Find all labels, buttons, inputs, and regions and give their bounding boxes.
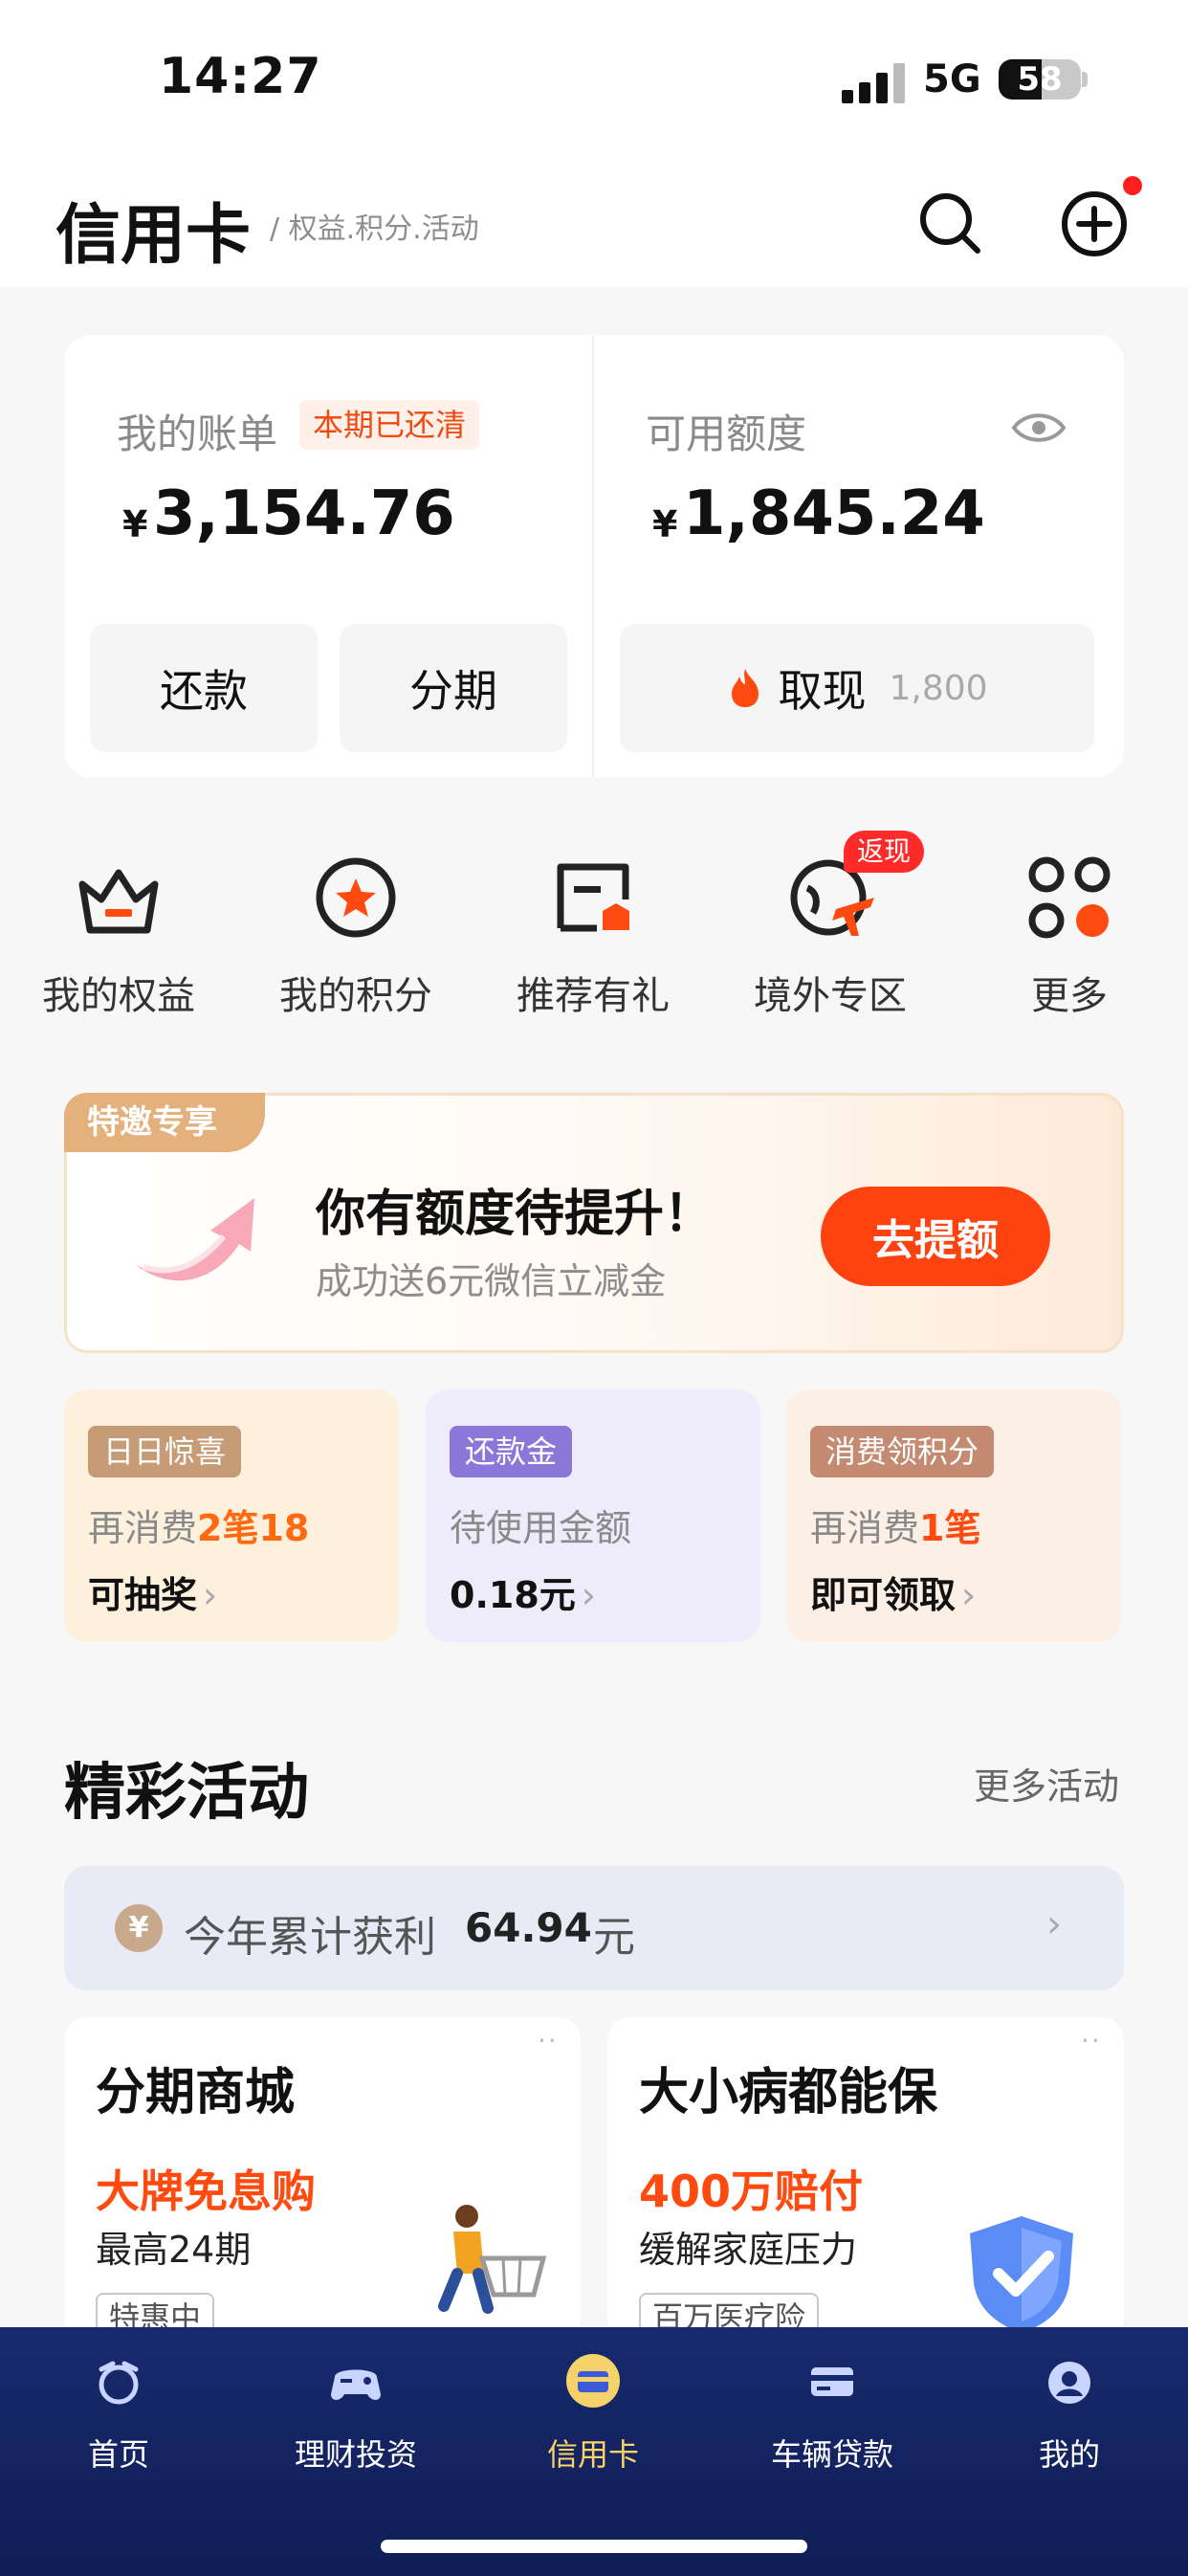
credit-card-wallet-icon[interactable] <box>564 2352 622 2409</box>
raise-limit-button[interactable]: 去提额 <box>821 1187 1050 1286</box>
more-dots-icon[interactable]: ·· <box>538 2025 559 2056</box>
referral-card-icon[interactable] <box>547 852 639 944</box>
flame-icon <box>732 669 759 707</box>
shield-check-icon <box>970 2216 1073 2333</box>
home-icon[interactable] <box>90 2354 147 2411</box>
promo-tag: 特邀专享 <box>64 1093 265 1152</box>
battery-icon: 58 <box>999 59 1081 100</box>
mini-card-line2: 即可领取 › <box>810 1574 977 1616</box>
earnings-value: 64.94 <box>465 1904 592 1951</box>
tab-car-loan[interactable]: 车辆贷款 <box>727 2431 937 2475</box>
network-type: 5G <box>923 57 981 101</box>
earnings-label: 今年累计获利 <box>184 1913 436 1962</box>
available-currency: ¥ <box>652 503 678 545</box>
eye-icon[interactable] <box>1010 404 1067 452</box>
more-grid-icon[interactable] <box>1023 852 1115 944</box>
mini-card-line2: 可抽奖 › <box>88 1574 218 1616</box>
cash-advance-limit: 1,800 <box>889 668 988 708</box>
product-card-highlight: 400万赔付 <box>639 2165 864 2217</box>
more-dots-icon[interactable]: ·· <box>1081 2025 1102 2056</box>
shortcut-label-rights[interactable]: 我的权益 <box>4 965 233 1020</box>
notification-dot <box>1123 176 1142 195</box>
mini-card-line2: 0.18元 › <box>450 1574 596 1616</box>
mini-card-tag: 消费领积分 <box>810 1426 995 1477</box>
crown-basket-icon[interactable] <box>73 852 165 944</box>
battery-level: 58 <box>1017 60 1063 99</box>
promo-title: 你有额度待提升！ <box>316 1186 715 1243</box>
promo-subtitle: 成功送6元微信立减金 <box>316 1260 667 1302</box>
bill-label[interactable]: 我的账单 <box>117 402 277 460</box>
bill-amount[interactable]: 3,154.76 <box>153 478 455 549</box>
upward-arrow-icon <box>136 1198 254 1281</box>
battery-tip <box>1082 72 1088 87</box>
product-card-highlight: 大牌免息购 <box>96 2165 316 2217</box>
chevron-right-icon: › <box>1046 1902 1062 1946</box>
chevron-right-icon: › <box>961 1574 977 1616</box>
gamepad-icon[interactable] <box>327 2354 385 2411</box>
available-label: 可用额度 <box>646 411 807 457</box>
status-time: 14:27 <box>159 48 322 105</box>
page-title: 信用卡 <box>55 198 252 274</box>
shortcut-label-more[interactable]: 更多 <box>955 965 1184 1020</box>
profile-icon[interactable] <box>1041 2354 1098 2411</box>
rebate-badge: 返现 <box>844 831 924 873</box>
earnings-unit: 元 <box>593 1913 635 1962</box>
account-divider <box>592 335 594 777</box>
chevron-right-icon: › <box>203 1574 218 1616</box>
mini-card-tag: 日日惊喜 <box>88 1426 242 1477</box>
product-card-title: 大小病都能保 <box>639 2064 938 2121</box>
product-card-title: 分期商城 <box>96 2064 296 2121</box>
repay-button[interactable]: 还款 <box>90 624 318 752</box>
cash-advance-button[interactable]: 取现 1,800 <box>620 624 1094 752</box>
mini-card-line1: 再消费2笔18 <box>88 1507 310 1549</box>
section-title-activities: 精彩活动 <box>64 1758 309 1829</box>
product-card-subtitle: 缓解家庭压力 <box>639 2229 858 2271</box>
tab-mine[interactable]: 我的 <box>964 2431 1175 2475</box>
add-circle-icon[interactable] <box>1060 189 1129 258</box>
mini-card-line1: 再消费1笔 <box>810 1507 981 1549</box>
coin-icon: ¥ <box>115 1904 163 1952</box>
page-subtitle: / 权益.积分.活动 <box>270 212 479 246</box>
available-amount: 1,845.24 <box>683 478 985 549</box>
cash-advance-label: 取现 <box>778 665 867 717</box>
chevron-right-icon: › <box>581 1574 596 1616</box>
home-indicator <box>381 2540 807 2553</box>
bill-status-badge: 本期已还清 <box>299 400 480 450</box>
mini-card-line1: 待使用金额 <box>450 1507 632 1549</box>
search-icon[interactable] <box>916 189 983 256</box>
product-card-subtitle: 最高24期 <box>96 2229 252 2271</box>
shortcut-label-overseas[interactable]: 境外专区 <box>715 965 945 1020</box>
bill-currency: ¥ <box>122 503 148 545</box>
shopper-cart-icon <box>438 2205 547 2314</box>
star-circle-icon[interactable] <box>310 852 402 944</box>
shortcut-label-referral[interactable]: 推荐有礼 <box>478 965 708 1020</box>
installment-button[interactable]: 分期 <box>340 624 567 752</box>
signal-icon <box>842 61 905 103</box>
shortcut-label-points[interactable]: 我的积分 <box>241 965 471 1020</box>
tab-home[interactable]: 首页 <box>13 2431 224 2475</box>
tab-credit-card[interactable]: 信用卡 <box>488 2431 698 2475</box>
more-activities-link[interactable]: 更多活动 <box>974 1757 1119 1810</box>
tab-wealth[interactable]: 理财投资 <box>251 2431 461 2475</box>
car-loan-icon[interactable] <box>803 2354 861 2411</box>
mini-card-tag: 还款金 <box>450 1426 573 1477</box>
